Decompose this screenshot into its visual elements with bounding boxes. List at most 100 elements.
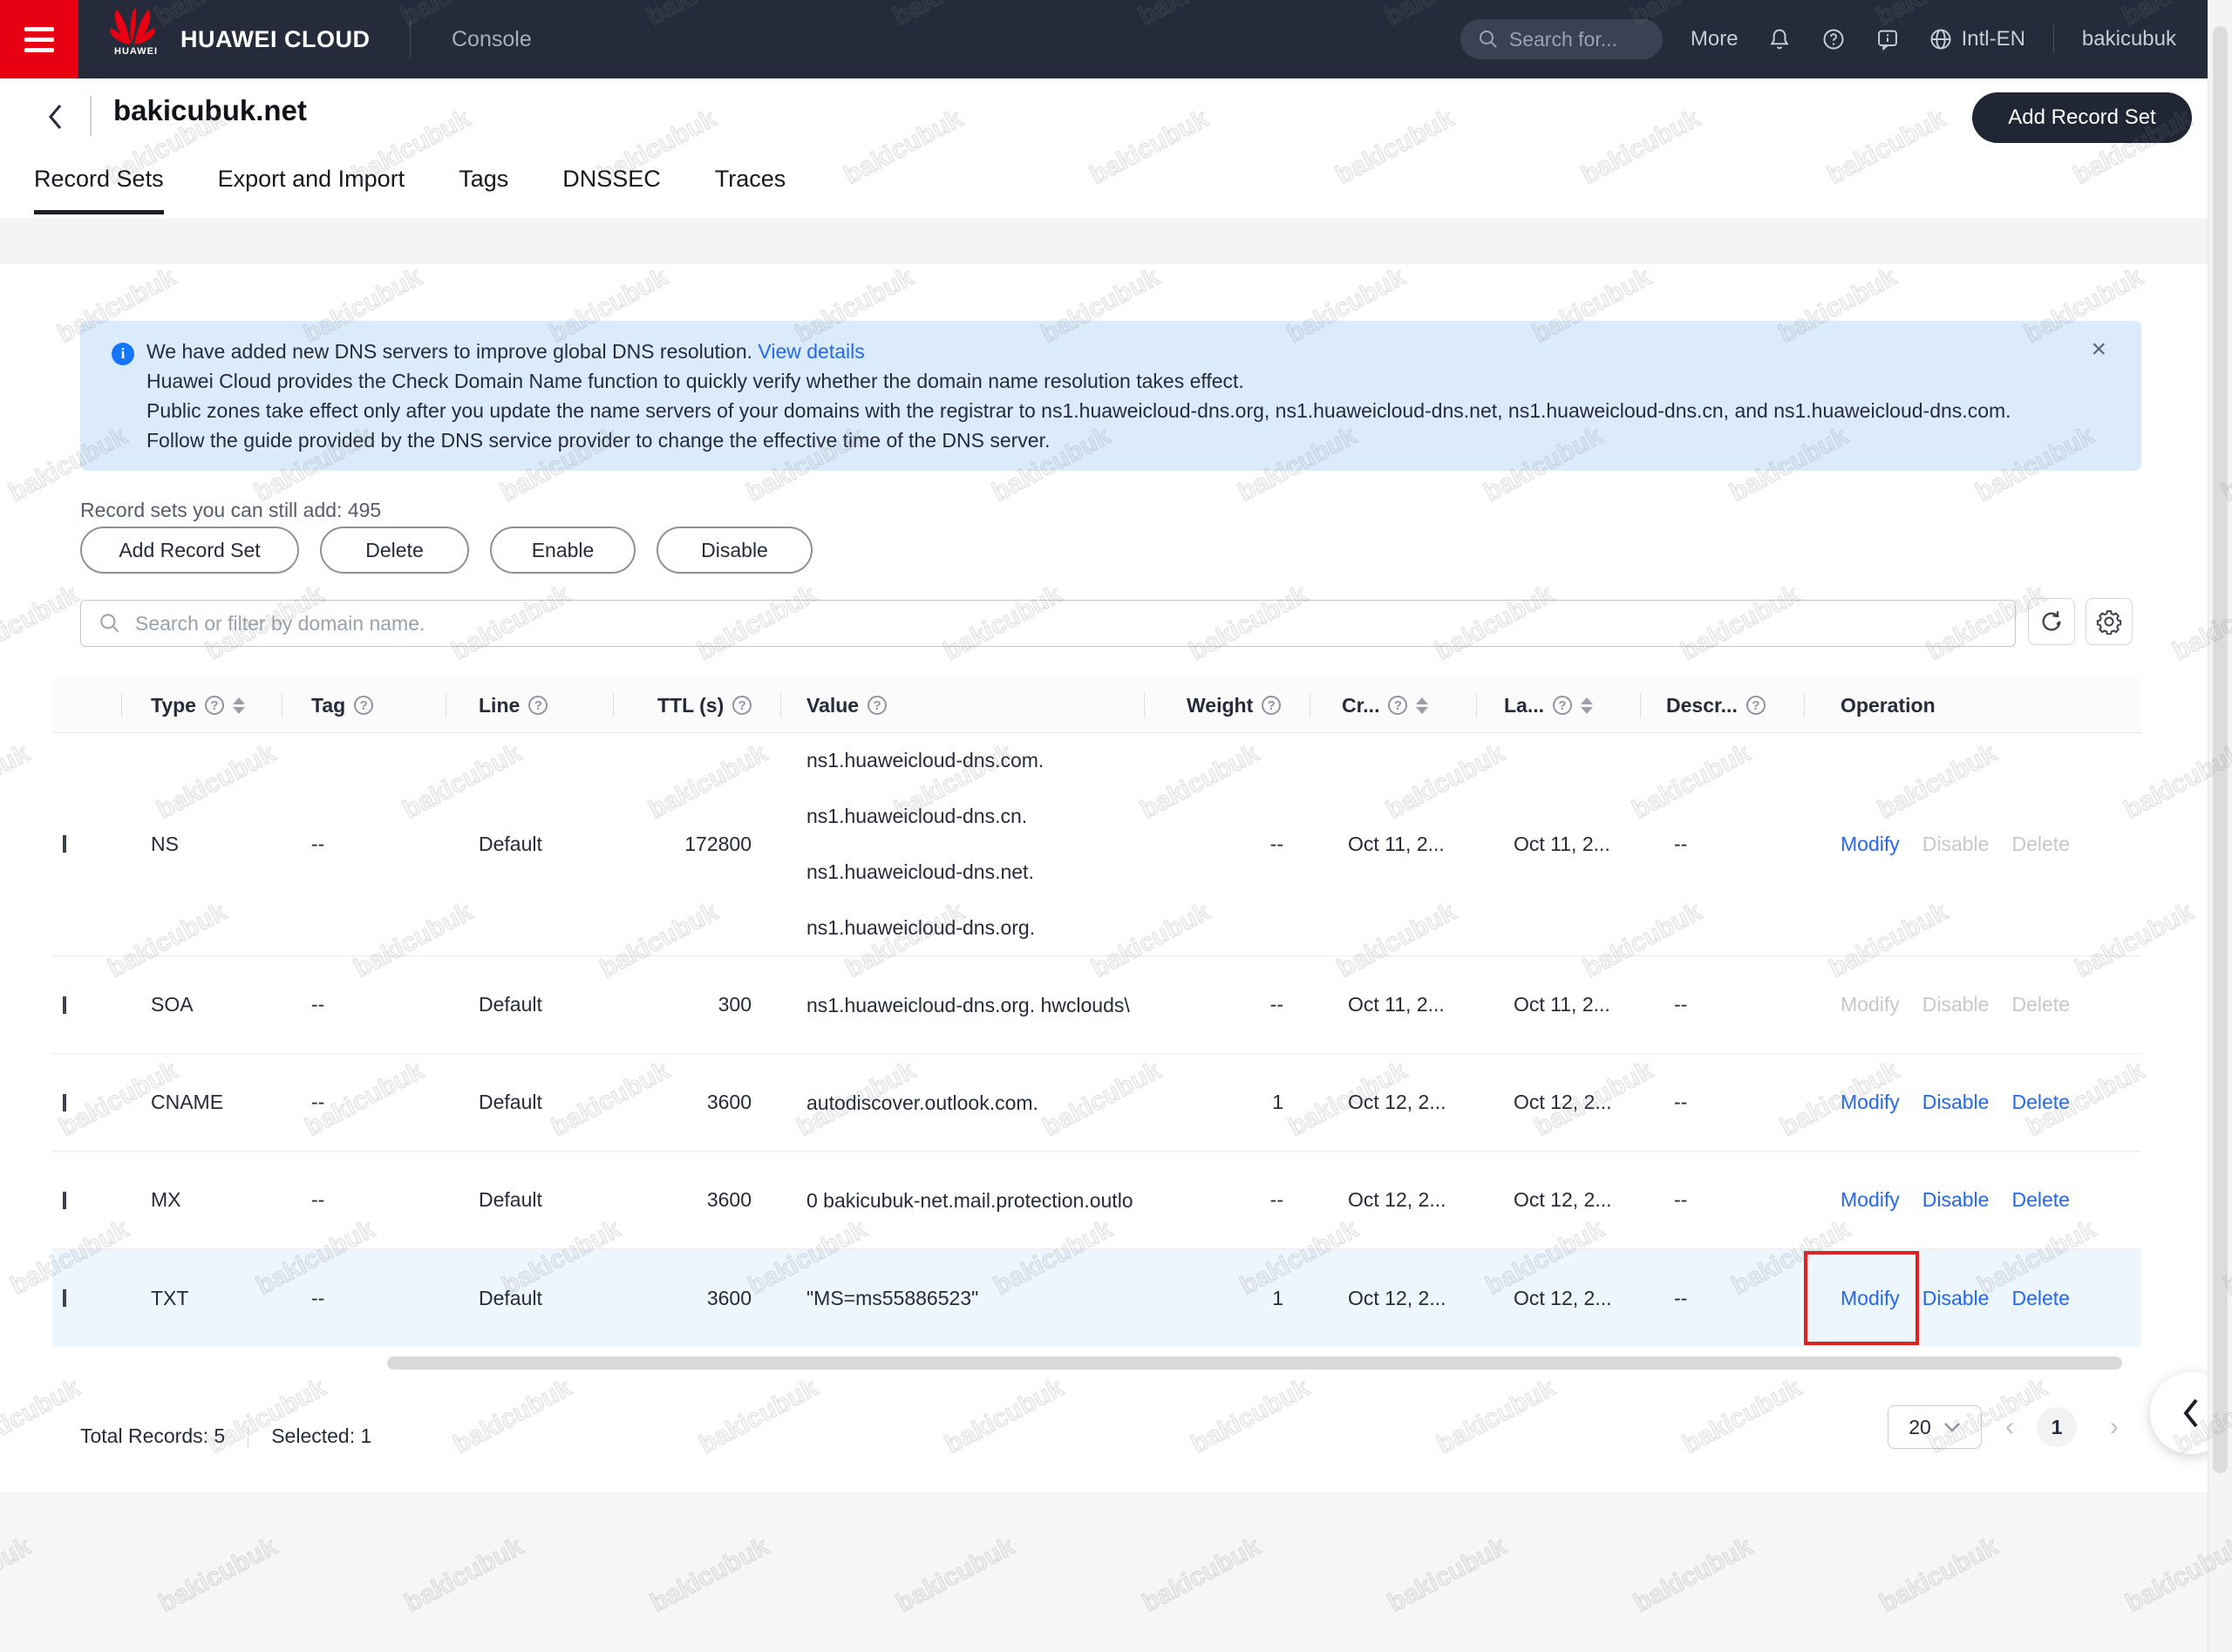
watermark-text: bakicubuk <box>695 1373 823 1460</box>
help-icon[interactable]: ? <box>1553 696 1572 715</box>
cell-line: Default <box>446 1054 613 1151</box>
sort-icon[interactable] <box>1581 697 1593 714</box>
sort-down-icon <box>1416 707 1428 714</box>
value-lines: ns1.huaweicloud-dns.org. hwclouds\ <box>806 977 1130 1033</box>
search-input[interactable] <box>133 611 1997 636</box>
back-button[interactable] <box>45 99 75 134</box>
delete-link[interactable]: Delete <box>2011 1188 2069 1212</box>
row-checkbox-partial[interactable] <box>63 996 66 1014</box>
view-details-link[interactable]: View details <box>758 340 864 363</box>
account-username[interactable]: bakicubuk <box>2082 27 2176 51</box>
delete-link[interactable]: Delete <box>2011 1091 2069 1114</box>
value-line: ns1.huaweicloud-dns.cn. <box>806 788 1044 844</box>
tab-traces[interactable]: Traces <box>715 166 786 214</box>
table-row-mx[interactable]: MX--Default36000 bakicubuk-net.mail.prot… <box>52 1152 2141 1249</box>
delete-link[interactable]: Delete <box>2011 1287 2069 1310</box>
page-size-select[interactable]: 20 <box>1888 1405 1982 1449</box>
value-line: 0 bakicubuk-net.mail.protection.outlo <box>806 1173 1133 1228</box>
language-selector[interactable]: Intl-EN <box>1929 27 2025 51</box>
help-icon[interactable]: ? <box>1262 696 1281 715</box>
help-icon[interactable]: ? <box>354 696 373 715</box>
cell-ttl: 300 <box>613 956 780 1053</box>
row-checkbox-partial[interactable] <box>63 1289 66 1307</box>
cell-ops: Modify Disable Delete <box>1804 1152 2141 1248</box>
tab-record-sets[interactable]: Record Sets <box>34 166 164 214</box>
help-icon[interactable]: ? <box>868 696 887 715</box>
add-record-set-button-top[interactable]: Add Record Set <box>1972 92 2192 143</box>
watermark-text: bakicubuk <box>840 104 968 191</box>
disable-button[interactable]: Disable <box>657 527 813 574</box>
modify-link[interactable]: Modify <box>1841 833 1900 856</box>
delete-link: Delete <box>2011 833 2069 856</box>
header-search[interactable]: Search for... <box>1460 19 1663 59</box>
checkbox-cell <box>52 1054 121 1151</box>
locale-label: Intl-EN <box>1962 27 2025 51</box>
console-link[interactable]: Console <box>452 0 532 78</box>
value-lines: 0 bakicubuk-net.mail.protection.outlo <box>806 1173 1133 1228</box>
refresh-button[interactable] <box>2028 598 2075 645</box>
vertical-scrollbar-thumb[interactable] <box>2213 26 2228 1473</box>
next-page-button[interactable]: › <box>2110 1411 2119 1444</box>
disable-link[interactable]: Disable <box>1922 1188 1990 1212</box>
sort-down-icon <box>1581 707 1593 714</box>
banner-close-icon[interactable]: × <box>2091 337 2106 363</box>
vertical-scrollbar[interactable] <box>2208 0 2232 1652</box>
sort-up-icon <box>1416 697 1428 704</box>
table-row-soa[interactable]: SOA--Default300ns1.huaweicloud-dns.org. … <box>52 956 2141 1054</box>
watermark-text: bakicubuk <box>0 738 35 826</box>
table-row-cname[interactable]: CNAME--Default3600autodiscover.outlook.c… <box>52 1054 2141 1152</box>
help-icon[interactable]: ? <box>205 696 224 715</box>
sort-icon[interactable] <box>233 697 245 714</box>
previous-page-button[interactable]: ‹ <box>2005 1411 2014 1444</box>
feedback-icon[interactable] <box>1875 26 1901 52</box>
cell-weight: -- <box>1144 956 1310 1053</box>
more-menu[interactable]: More <box>1691 27 1739 51</box>
header-divider <box>2053 24 2054 54</box>
delete-button[interactable]: Delete <box>320 527 469 574</box>
value-line: autodiscover.outlook.com. <box>806 1075 1038 1131</box>
hamburger-menu-button[interactable] <box>0 0 78 78</box>
help-icon[interactable] <box>1820 26 1847 52</box>
banner-line-2: Huawei Cloud provides the Check Domain N… <box>146 366 2080 396</box>
modify-link[interactable]: Modify <box>1841 1091 1900 1114</box>
table-row-ns[interactable]: NS--Default172800ns1.huaweicloud-dns.com… <box>52 732 2141 956</box>
tab-export-and-import[interactable]: Export and Import <box>218 166 405 214</box>
tab-dnssec[interactable]: DNSSEC <box>562 166 661 214</box>
column-settings-button[interactable] <box>2086 598 2133 645</box>
disable-link[interactable]: Disable <box>1922 1287 1990 1310</box>
modify-link[interactable]: Modify <box>1841 1188 1900 1212</box>
cell-ttl: 3600 <box>613 1152 780 1248</box>
cell-tag: -- <box>282 1054 446 1151</box>
modify-link[interactable]: Modify <box>1841 1287 1900 1310</box>
column-label: TTL (s) <box>657 694 724 717</box>
page-size-value: 20 <box>1909 1416 1931 1439</box>
row-checkbox-partial[interactable] <box>63 1094 66 1112</box>
help-icon[interactable]: ? <box>528 696 548 715</box>
table-search-box[interactable] <box>80 600 2016 647</box>
column-header-type: Type? <box>121 678 282 732</box>
cell-value: autodiscover.outlook.com. <box>780 1054 1144 1151</box>
help-icon[interactable]: ? <box>732 696 752 715</box>
value-line: "MS=ms55886523" <box>806 1270 978 1326</box>
add-record-set-button[interactable]: Add Record Set <box>80 527 299 574</box>
tab-tags[interactable]: Tags <box>459 166 508 214</box>
cell-description: -- <box>1640 1054 1804 1151</box>
current-page-button[interactable]: 1 <box>2037 1407 2077 1447</box>
table-row-txt[interactable]: TXT--Default3600"MS=ms55886523"1Oct 12, … <box>52 1249 2141 1347</box>
row-checkbox-partial[interactable] <box>63 835 66 853</box>
watermark-text: bakicubuk <box>0 1373 85 1460</box>
cell-weight: 1 <box>1144 1054 1310 1151</box>
banner-line-3: Public zones take effect only after you … <box>146 396 2080 425</box>
enable-button[interactable]: Enable <box>490 527 636 574</box>
help-icon[interactable]: ? <box>1746 696 1766 715</box>
disable-link[interactable]: Disable <box>1922 1091 1990 1114</box>
notifications-bell-icon[interactable] <box>1766 26 1793 52</box>
help-icon[interactable]: ? <box>1388 696 1407 715</box>
cell-line: Default <box>446 1249 613 1347</box>
row-checkbox-partial[interactable] <box>63 1192 66 1209</box>
sort-icon[interactable] <box>1416 697 1428 714</box>
cell-type: TXT <box>121 1249 282 1347</box>
column-label: Weight <box>1187 694 1253 717</box>
horizontal-scrollbar[interactable] <box>387 1356 2122 1370</box>
column-header-ttl: TTL (s)? <box>613 678 780 732</box>
